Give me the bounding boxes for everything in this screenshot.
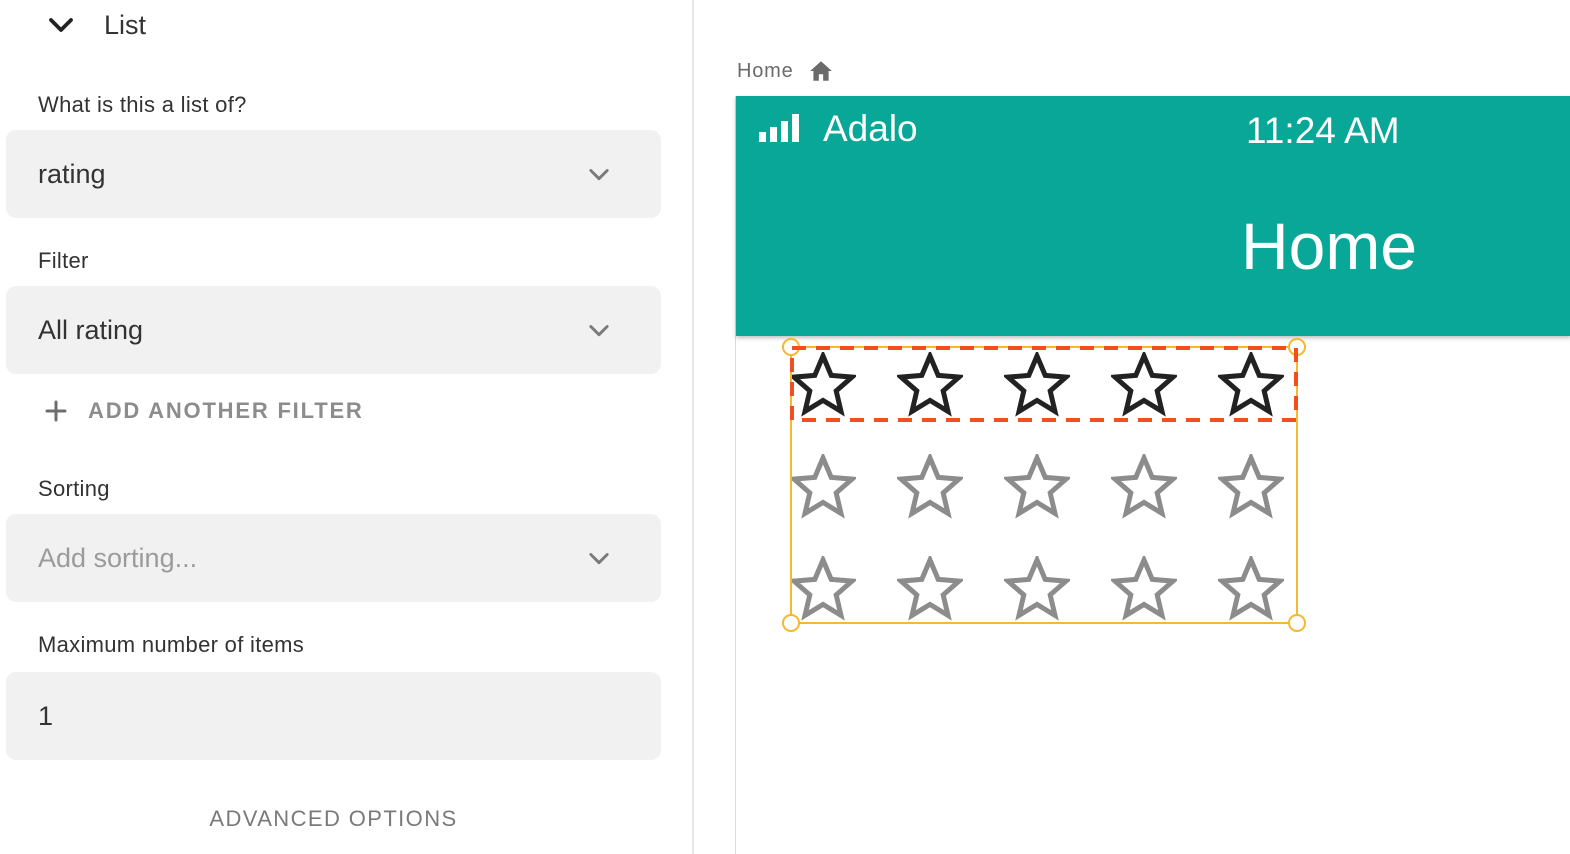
max-items-label: Maximum number of items xyxy=(38,632,305,657)
plus-icon xyxy=(45,400,67,422)
add-filter-label: ADD ANOTHER FILTER xyxy=(88,398,364,423)
chevron-down-icon xyxy=(589,553,609,565)
max-items-value: 1 xyxy=(38,700,54,731)
list-section-header[interactable]: List xyxy=(46,8,146,42)
item-selection-box[interactable] xyxy=(790,346,1298,422)
section-title: List xyxy=(104,9,147,40)
filter-select[interactable]: All rating xyxy=(6,286,661,374)
screen-title: Home xyxy=(1241,209,1418,283)
list-of-value: rating xyxy=(38,158,106,189)
app-header: Adalo 11:24 AM Home xyxy=(736,96,1570,336)
signal-icon xyxy=(759,114,799,142)
chevron-down-icon[interactable] xyxy=(46,10,76,40)
resize-handle[interactable] xyxy=(1288,614,1306,632)
sorting-placeholder: Add sorting... xyxy=(38,542,198,573)
chevron-down-icon xyxy=(589,169,609,181)
max-items-input[interactable]: 1 xyxy=(6,672,661,760)
carrier-name: Adalo xyxy=(823,108,918,149)
sorting-label: Sorting xyxy=(38,476,110,501)
filter-value: All rating xyxy=(38,314,144,345)
list-of-select[interactable]: rating xyxy=(6,130,661,218)
properties-panel: List What is this a list of? rating Filt… xyxy=(0,0,694,854)
sorting-select[interactable]: Add sorting... xyxy=(6,514,661,602)
chevron-down-icon xyxy=(589,325,609,337)
home-icon xyxy=(809,61,832,81)
breadcrumb[interactable]: Home xyxy=(737,58,834,84)
add-filter-button[interactable]: ADD ANOTHER FILTER xyxy=(44,398,364,424)
app-screen: Adalo 11:24 AM Home xyxy=(735,96,1570,854)
resize-handle[interactable] xyxy=(782,614,800,632)
advanced-options-button[interactable]: ADVANCED OPTIONS xyxy=(6,806,661,832)
filter-label: Filter xyxy=(38,248,89,273)
status-time: 11:24 AM xyxy=(1246,110,1400,151)
list-of-label: What is this a list of? xyxy=(38,92,247,117)
breadcrumb-label: Home xyxy=(737,59,794,82)
